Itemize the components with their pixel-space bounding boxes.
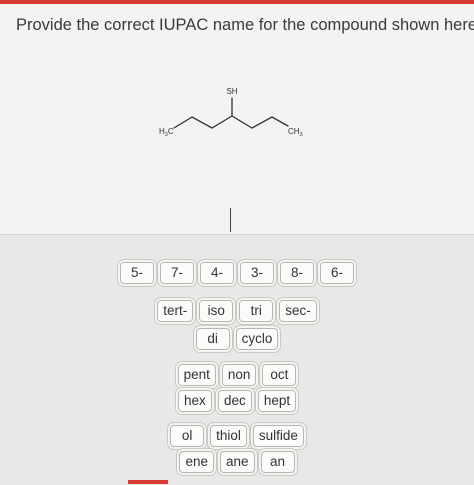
tile-suffix-ane[interactable]: ane	[220, 451, 255, 473]
tile-locant-7[interactable]: 7-	[160, 262, 194, 284]
modifier-tile-row: di cyclo	[0, 328, 474, 350]
bond-c2-c3	[191, 116, 213, 129]
locant-tile-row: 5- 7- 4- 3- 8- 6-	[0, 262, 474, 284]
suffix-tile-row-1: ol thiol sulfide	[0, 425, 474, 447]
root-tile-row-2: hex dec hept	[0, 390, 474, 412]
tile-locant-5[interactable]: 5-	[120, 262, 154, 284]
suffix-tile-row-2: ene ane an	[0, 451, 474, 473]
tile-prefix-iso[interactable]: iso	[199, 300, 234, 322]
tile-root-pent[interactable]: pent	[177, 364, 216, 386]
tile-prefix-tert[interactable]: tert-	[157, 300, 194, 322]
tile-locant-3[interactable]: 3-	[240, 262, 274, 284]
tile-suffix-thiol[interactable]: thiol	[210, 425, 247, 447]
root-tile-row-1: pent non oct	[0, 364, 474, 386]
bond-c3-c4	[211, 115, 233, 129]
answer-input-cursor[interactable]	[230, 208, 231, 232]
tile-root-dec[interactable]: dec	[217, 390, 252, 412]
right-methyl-label: CH3	[288, 127, 303, 138]
bond-c6-c7	[271, 116, 289, 127]
tile-suffix-ene[interactable]: ene	[179, 451, 214, 473]
bond-c5-c6	[251, 116, 273, 129]
bond-c4-c5	[231, 115, 253, 129]
tile-locant-6[interactable]: 6-	[320, 262, 354, 284]
tile-root-non[interactable]: non	[221, 364, 257, 386]
tile-root-oct[interactable]: oct	[262, 364, 297, 386]
tile-prefix-tri[interactable]: tri	[239, 300, 274, 322]
tile-locant-8[interactable]: 8-	[280, 262, 314, 284]
tile-modifier-cyclo[interactable]: cyclo	[235, 328, 279, 350]
tile-root-hept[interactable]: hept	[257, 390, 297, 412]
tile-root-hex[interactable]: hex	[177, 390, 212, 412]
bottom-accent-bar	[128, 480, 168, 484]
bond-c1-c2	[173, 116, 193, 129]
tile-suffix-ol[interactable]: ol	[170, 425, 205, 447]
tile-suffix-an[interactable]: an	[260, 451, 295, 473]
thiol-group-label: SH	[226, 87, 237, 96]
molecule-structure: SH H3C CH3	[159, 87, 303, 138]
tile-locant-4[interactable]: 4-	[200, 262, 234, 284]
tile-prefix-sec[interactable]: sec-	[279, 300, 317, 322]
answer-tile-panel: 5- 7- 4- 3- 8- 6- tert- iso tri sec- di …	[0, 234, 474, 485]
tile-modifier-di[interactable]: di	[195, 328, 230, 350]
prefix-tile-row: tert- iso tri sec-	[0, 300, 474, 322]
left-methyl-label: H3C	[159, 127, 174, 138]
tile-suffix-sulfide[interactable]: sulfide	[252, 425, 304, 447]
